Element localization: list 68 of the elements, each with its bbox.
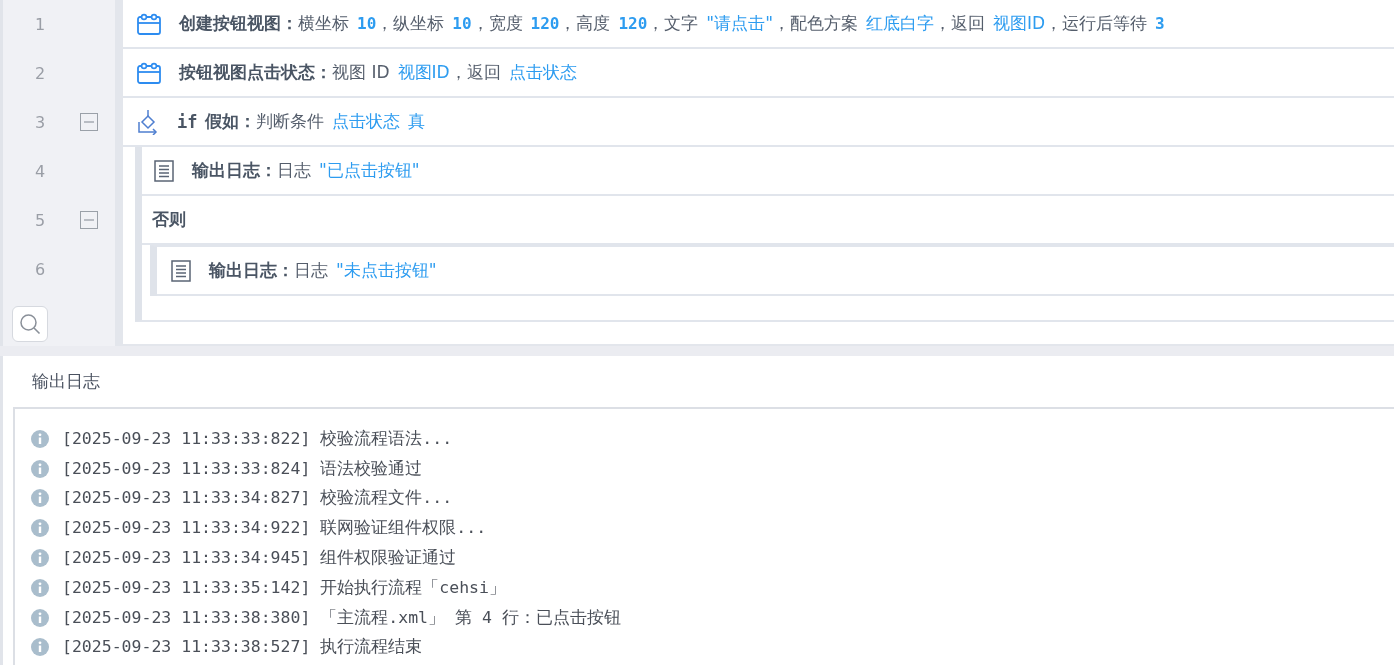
log-entry: [2025-09-23 11:33:34:945] 组件权限验证通过 [62,547,457,570]
param-label: ，高度 [559,12,611,35]
param-value: 10 [357,14,377,33]
param-value: 红底白字 [866,12,934,35]
panel-title: 输出日志 [31,370,101,393]
param-value: 视图ID [397,61,450,84]
info-icon [31,489,49,508]
param-label: 视图 ID [332,61,390,84]
line-number: 1 [33,15,47,34]
block-title: 按钮视图点击状态： [179,61,332,84]
param-value: 10 [452,14,472,33]
param-label: 日志 [294,259,328,282]
log-entry: [2025-09-23 11:33:33:822] 校验流程语法... [62,427,453,450]
param-value: 视图ID [993,12,1046,35]
minus-icon [80,113,98,131]
branch-icon [137,108,159,135]
param-value: "已点击按钮" [319,159,420,182]
param-label: ，文字 [647,12,699,35]
param-label: ，宽度 [471,12,523,35]
info-icon [31,549,49,568]
log-entry: [2025-09-23 11:33:34:922] 联网验证组件权限... [62,517,487,540]
param-value: 120 [618,14,648,33]
info-icon [31,578,49,597]
param-value: 点击状态 [332,110,401,133]
param-value: "未点击按钮" [336,259,437,282]
document-icon [154,159,174,182]
log-entry: [2025-09-23 11:33:35:142] 开始执行流程「cehsi」 [62,576,506,599]
info-icon [31,608,49,627]
minus-icon [80,211,98,229]
param-label: ，返回 [934,12,985,35]
collapse-toggle[interactable] [80,113,98,131]
param-label: ，返回 [449,61,501,84]
info-icon [31,638,49,657]
document-icon [171,259,191,282]
block-title: 输出日志： [192,159,277,182]
line-number: 2 [33,64,47,83]
line-number: 4 [33,162,47,181]
calendar-icon [137,61,161,84]
log-entry: [2025-09-23 11:33:38:527] 执行流程结束 [62,636,423,659]
line-number: 3 [33,113,47,132]
block-title: 输出日志： [209,259,294,282]
log-entry: [2025-09-23 11:33:34:827] 校验流程文件... [62,487,453,510]
info-icon [31,519,49,538]
log-entry: [2025-09-23 11:33:38:380] 「主流程.xml」 第 4 行：已点击按钮 [62,606,621,629]
param-label: ，纵坐标 [376,12,445,35]
keyword: if [177,111,198,132]
log-entry: [2025-09-23 11:33:33:824] 语法校验通过 [62,457,423,480]
line-number: 5 [33,211,47,230]
param-label: 日志 [277,159,311,182]
param-value: 3 [1155,14,1165,33]
line-number: 6 [33,260,47,279]
block-title: 假如： [205,110,257,133]
param-value: "请点击" [706,12,773,35]
param-label: ，配色方案 [773,12,858,35]
search-button[interactable] [12,306,48,342]
info-icon [31,459,49,478]
collapse-toggle[interactable] [80,211,98,229]
param-label: 判断条件 [256,110,325,133]
info-icon [31,429,49,448]
param-label: ，运行后等待 [1045,12,1148,35]
param-label: 横坐标 [298,12,349,35]
param-value: 真 [408,110,426,133]
calendar-icon [137,12,161,35]
search-icon [19,313,41,335]
else-label: 否则 [152,208,186,231]
param-value: 点击状态 [508,61,577,84]
param-value: 120 [530,14,560,33]
block-title: 创建按钮视图： [179,12,298,35]
